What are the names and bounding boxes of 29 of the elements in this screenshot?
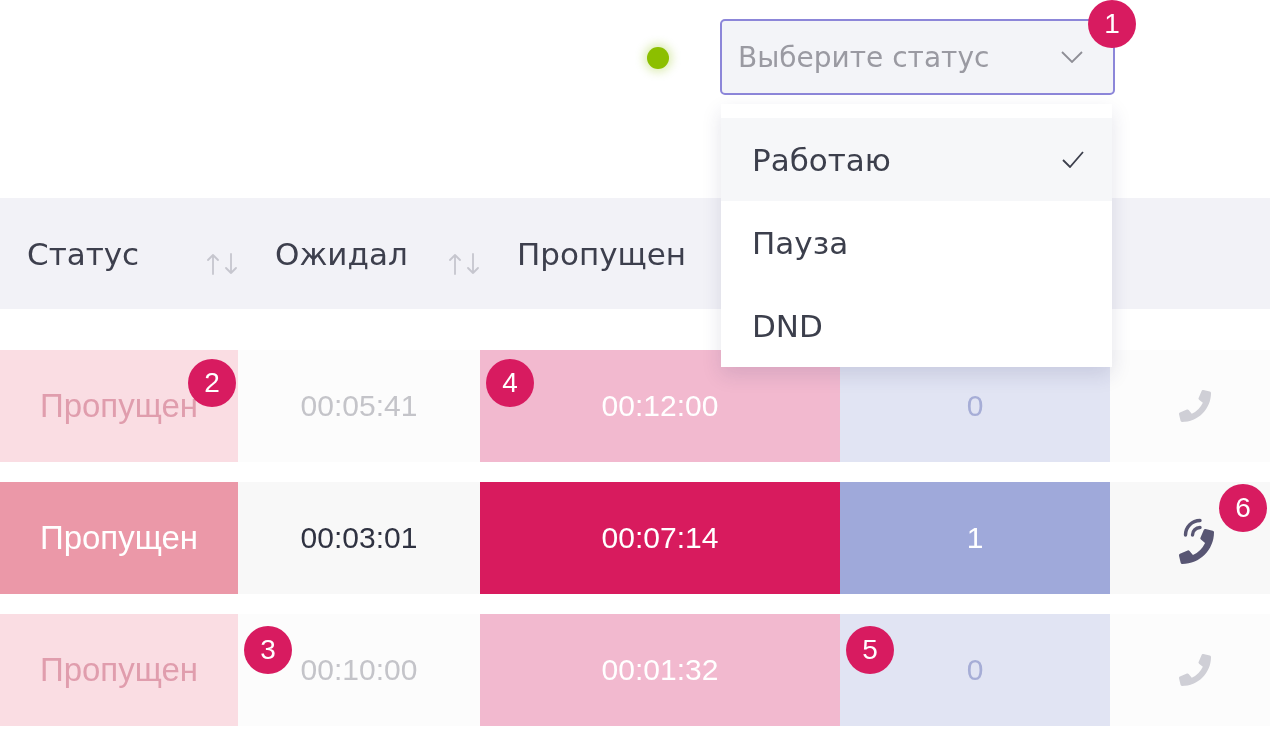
number-badge: 4 xyxy=(486,359,534,407)
missed-time: 00:12:00 xyxy=(601,389,719,423)
missed-time: 00:01:32 xyxy=(601,653,719,687)
number-badge: 3 xyxy=(244,626,292,674)
column-header: Ожидал xyxy=(275,235,408,272)
status-label: Пропущен xyxy=(39,651,199,689)
sort-arrows-icon[interactable] xyxy=(448,252,480,275)
number-badge: 1 xyxy=(1088,0,1136,48)
column-header: Статус xyxy=(27,235,140,272)
status-label: Пропущен xyxy=(39,519,199,557)
menu-item[interactable]: Пауза xyxy=(721,201,1112,284)
sort-arrows-icon[interactable] xyxy=(206,252,238,275)
menu-item[interactable]: DND xyxy=(721,284,1112,367)
chevron-icon xyxy=(1061,51,1083,63)
missed-count: 1 xyxy=(966,521,984,555)
missed-time: 00:07:14 xyxy=(601,521,719,555)
missed-count: 0 xyxy=(966,389,984,423)
menu-item[interactable]: Работаю xyxy=(721,118,1112,201)
number-badge: 5 xyxy=(846,626,894,674)
missed-count: 0 xyxy=(966,653,984,687)
wait-time: 00:10:00 xyxy=(300,653,418,687)
number-badge: 6 xyxy=(1219,484,1267,532)
phone-icon[interactable] xyxy=(1179,390,1211,422)
check-icon xyxy=(1062,151,1084,168)
status-dot-icon xyxy=(647,47,669,69)
wait-time: 00:05:41 xyxy=(300,389,418,423)
phone-icon[interactable] xyxy=(1179,654,1211,686)
wait-time: 00:03:01 xyxy=(300,521,418,555)
column-header: Пропущен xyxy=(517,235,687,272)
